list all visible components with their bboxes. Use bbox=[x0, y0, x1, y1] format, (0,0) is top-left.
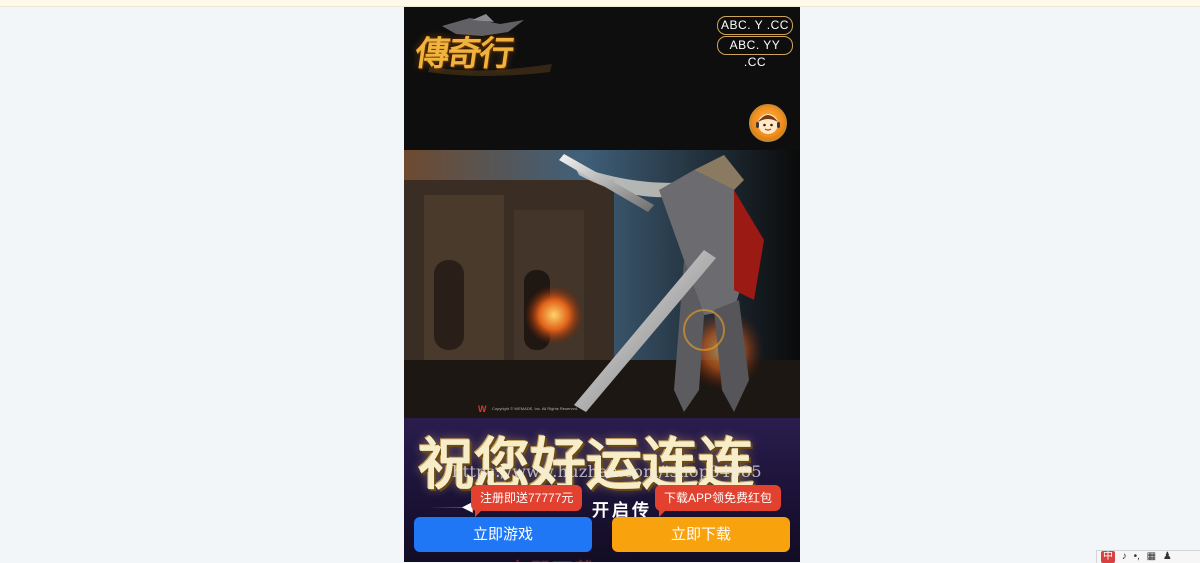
site-header: 傳奇行 ABC. Y .CC ABC. YY .CC bbox=[404, 7, 800, 150]
ime-toolbar[interactable]: 中 ♪ •, ▦ ♟ bbox=[1096, 550, 1200, 563]
app-redpacket-badge: 下载APP领免费红包 bbox=[655, 485, 782, 517]
ime-item-2[interactable]: ♪ bbox=[1122, 551, 1127, 563]
ime-item-5[interactable]: ♟ bbox=[1163, 551, 1172, 563]
background-download-text: 立即下载 bbox=[508, 554, 596, 562]
game-logo[interactable]: 傳奇行 bbox=[412, 14, 560, 80]
wemade-logo: W bbox=[478, 404, 487, 414]
ime-item-3[interactable]: •, bbox=[1134, 551, 1140, 563]
mobile-page: 傳奇行 ABC. Y .CC ABC. YY .CC W Copyright ©… bbox=[404, 7, 800, 562]
customer-service-button[interactable] bbox=[749, 104, 787, 142]
hero-copyright: Copyright © WEMADE, Inc. All Rights Rese… bbox=[492, 406, 579, 411]
logo-text: 傳奇行 bbox=[412, 34, 515, 74]
ime-item-4[interactable]: ▦ bbox=[1147, 551, 1156, 563]
domain-link-2[interactable]: ABC. YY .CC bbox=[717, 36, 793, 69]
watermark-url: https://www.huzhan.com/ishop34685 bbox=[452, 462, 762, 481]
play-now-button[interactable]: 立即游戏 bbox=[414, 517, 592, 552]
register-bonus-badge: 注册即送77777元 bbox=[471, 485, 583, 517]
domain-link-1[interactable]: ABC. Y .CC bbox=[717, 16, 793, 35]
hero-banner: W Copyright © WEMADE, Inc. All Rights Re… bbox=[404, 150, 800, 418]
hero-warrior-artwork bbox=[404, 150, 800, 418]
browser-top-strip bbox=[0, 0, 1200, 7]
download-now-button[interactable]: 立即下载 bbox=[612, 517, 790, 552]
ime-mode-icon[interactable]: 中 bbox=[1101, 551, 1115, 563]
customer-service-icon bbox=[756, 114, 780, 134]
